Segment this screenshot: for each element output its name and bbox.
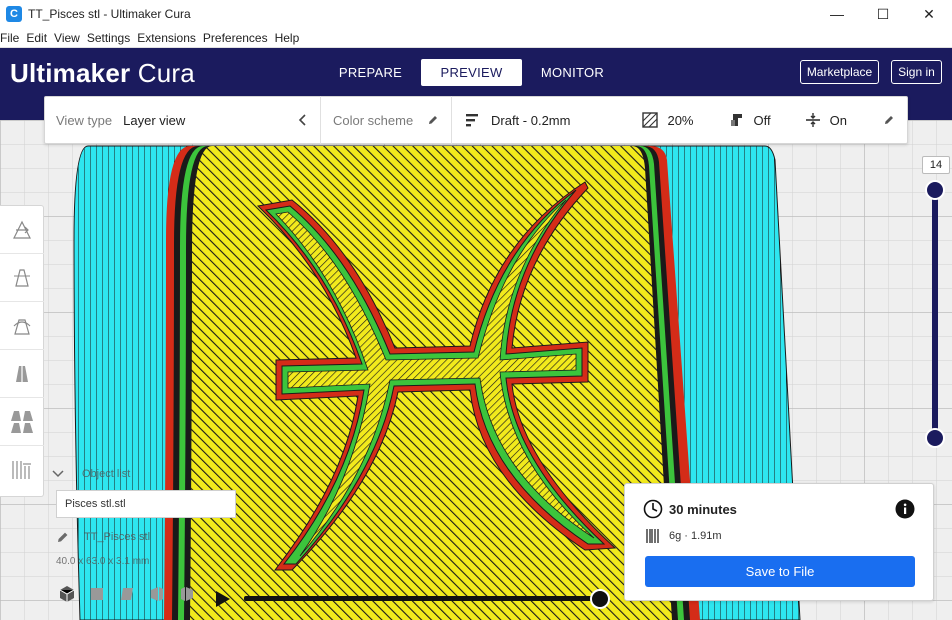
menu-bar: File Edit View Settings Extensions Prefe… — [0, 28, 952, 48]
support-icon — [730, 114, 742, 126]
tab-monitor[interactable]: MONITOR — [522, 59, 623, 86]
view-orientation-controls — [58, 585, 196, 603]
support-label: Off — [753, 112, 771, 128]
chevron-down-icon — [52, 470, 64, 478]
filament-spool-icon — [646, 529, 659, 543]
object-list-header: Object list — [82, 468, 131, 480]
front-view-icon[interactable] — [88, 585, 106, 603]
playback-controls — [210, 586, 620, 612]
menu-view[interactable]: View — [54, 31, 80, 45]
path-slider-handle[interactable] — [590, 589, 610, 609]
top-view-icon[interactable] — [118, 585, 136, 603]
material-usage: 6g · 1.91m — [669, 530, 722, 542]
3d-view-icon[interactable] — [58, 585, 76, 603]
view-settings-toolbar: View type Layer view Color scheme Draft … — [44, 96, 908, 144]
color-scheme-label: Color scheme — [333, 112, 414, 128]
left-view-icon[interactable] — [148, 585, 166, 603]
close-button[interactable]: ✕ — [906, 0, 952, 28]
pencil-icon — [885, 116, 893, 124]
object-list-toggle[interactable]: Object list — [52, 468, 242, 480]
view-type-value: Layer view — [123, 112, 186, 128]
infill-icon — [642, 112, 659, 128]
clock-icon — [643, 499, 663, 519]
menu-preferences[interactable]: Preferences — [203, 31, 268, 45]
print-settings-selector[interactable]: Draft - 0.2mm 20% Off On — [452, 96, 907, 144]
support-blocker-icon — [12, 461, 31, 479]
layer-slider-track[interactable] — [932, 186, 938, 438]
color-scheme-selector[interactable]: Color scheme — [321, 96, 452, 144]
object-dimensions: 40.0 x 63.0 x 3.1 mm — [56, 556, 150, 567]
brand-logo: Ultimaker Cura — [10, 58, 195, 89]
pencil-icon — [429, 116, 437, 124]
rotate-tool-button[interactable] — [0, 302, 44, 350]
stage-tabs: PREPARE PREVIEW MONITOR — [320, 59, 623, 86]
menu-help[interactable]: Help — [275, 31, 300, 45]
layer-slider: 14 — [921, 156, 951, 456]
marketplace-button[interactable]: Marketplace — [800, 60, 879, 84]
cura-app-icon: C — [6, 6, 22, 22]
adhesion-label: On — [829, 112, 847, 128]
play-icon[interactable] — [214, 589, 232, 609]
support-blocker-tool-button[interactable] — [0, 446, 44, 494]
menu-extensions[interactable]: Extensions — [137, 31, 196, 45]
minimize-button[interactable]: — — [814, 0, 860, 28]
move-tool-button[interactable] — [0, 206, 44, 254]
brand-bold: Ultimaker — [10, 58, 131, 88]
scale-tool-button[interactable] — [0, 254, 44, 302]
profile-icon — [466, 114, 478, 127]
print-information-panel: 30 minutes 6g · 1.91m Save to File — [624, 483, 934, 601]
info-icon[interactable] — [895, 499, 915, 519]
scale-icon — [14, 268, 30, 287]
selected-object-name: TT_Pisces stl — [84, 531, 151, 543]
path-slider-track[interactable] — [244, 596, 600, 601]
object-list-item[interactable]: Pisces stl.stl — [56, 490, 236, 518]
window-title: TT_Pisces stl - Ultimaker Cura — [28, 7, 191, 21]
save-to-file-button[interactable]: Save to File — [645, 556, 915, 587]
selected-object-name-row: TT_Pisces stl — [56, 530, 150, 544]
view-type-selector[interactable]: View type Layer view — [45, 96, 321, 144]
layer-number-input[interactable]: 14 — [922, 156, 950, 174]
title-bar: C TT_Pisces stl - Ultimaker Cura — ☐ ✕ — [0, 0, 952, 28]
adhesion-icon — [805, 113, 820, 127]
menu-file[interactable]: File — [0, 31, 19, 45]
mirror-tool-button[interactable] — [0, 350, 44, 398]
menu-settings[interactable]: Settings — [87, 31, 130, 45]
sign-in-button[interactable]: Sign in — [891, 60, 942, 84]
infill-label: 20% — [667, 112, 694, 128]
right-view-icon[interactable] — [178, 585, 196, 603]
rotate-icon — [13, 318, 31, 335]
layer-slider-upper-handle[interactable] — [925, 180, 945, 200]
brand-light: Cura — [137, 58, 195, 88]
pencil-icon[interactable] — [56, 530, 70, 544]
chevron-left-icon[interactable] — [298, 114, 308, 126]
maximize-button[interactable]: ☐ — [860, 0, 906, 28]
cura-window: C TT_Pisces stl - Ultimaker Cura — ☐ ✕ F… — [0, 0, 952, 620]
per-model-settings-icon — [11, 410, 33, 433]
print-time: 30 minutes — [669, 502, 737, 517]
view-type-label: View type — [56, 112, 113, 128]
tool-panel — [0, 205, 44, 497]
profile-label: Draft - 0.2mm — [491, 112, 571, 128]
tab-prepare[interactable]: PREPARE — [320, 59, 421, 86]
menu-edit[interactable]: Edit — [26, 31, 47, 45]
mirror-icon — [16, 363, 28, 384]
tab-preview[interactable]: PREVIEW — [421, 59, 522, 86]
layer-slider-lower-handle[interactable] — [925, 428, 945, 448]
move-icon — [13, 220, 31, 239]
per-model-settings-tool-button[interactable] — [0, 398, 44, 446]
